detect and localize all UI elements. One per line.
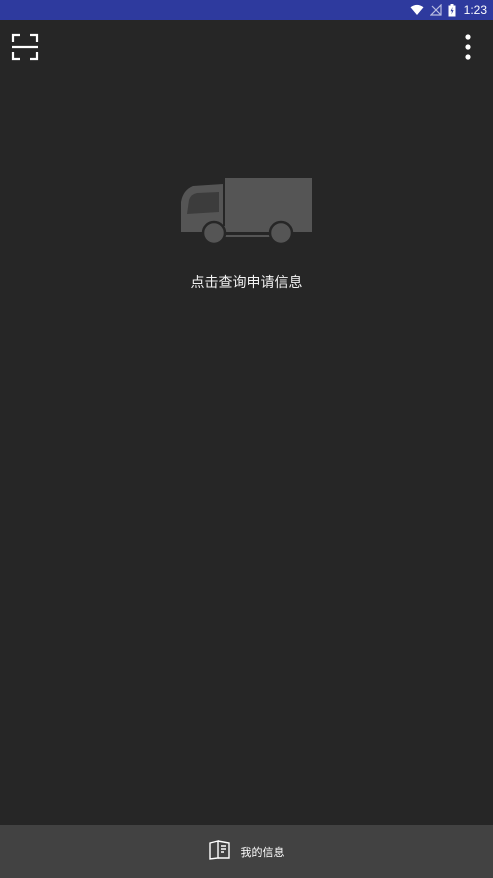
nav-item-my-info[interactable]: 我的信息 (208, 825, 285, 878)
truck-icon (179, 176, 313, 246)
empty-state-message[interactable]: 点击查询申请信息 (0, 272, 493, 292)
nav-item-label: 我的信息 (240, 845, 285, 859)
scan-button[interactable] (10, 33, 40, 65)
more-vert-icon (465, 34, 471, 64)
scan-icon (11, 33, 39, 65)
bottom-navigation: 我的信息 (0, 825, 493, 878)
book-icon (208, 839, 231, 864)
status-time: 1:23 (463, 3, 487, 17)
status-bar: 1:23 (0, 0, 493, 20)
no-signal-icon (429, 4, 442, 16)
more-options-button[interactable] (453, 34, 483, 64)
battery-charging-icon (448, 3, 456, 17)
wifi-icon (410, 4, 424, 16)
status-icons: 1:23 (410, 0, 487, 20)
